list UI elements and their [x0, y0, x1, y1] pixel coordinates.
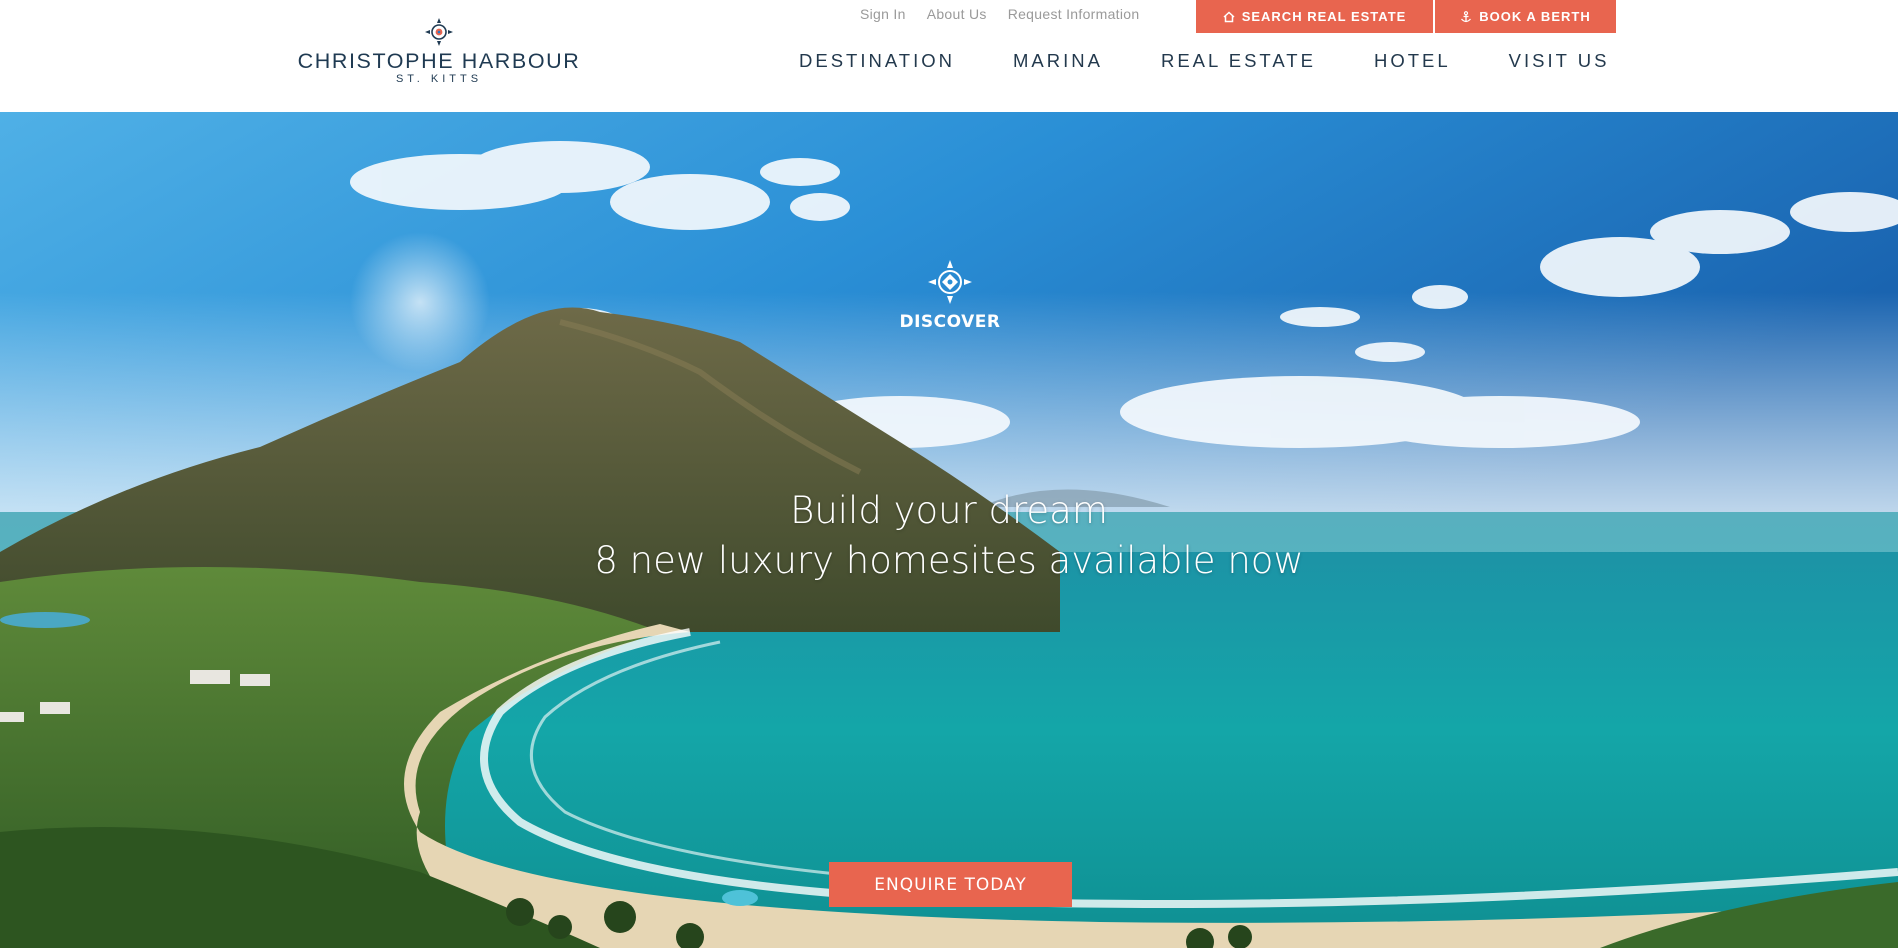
compass-rose-icon — [928, 260, 972, 304]
nav-hotel[interactable]: HOTEL — [1374, 50, 1451, 72]
book-a-berth-label: BOOK A BERTH — [1479, 9, 1591, 24]
compass-rose-icon — [425, 18, 453, 46]
site-header: CHRISTOPHE HARBOUR ST. KITTS Sign In Abo… — [0, 0, 1898, 112]
hero-section: DISCOVER Build your dream 8 new luxury h… — [0, 112, 1898, 948]
main-nav: DESTINATION MARINA REAL ESTATE HOTEL VIS… — [799, 50, 1609, 72]
request-information-link[interactable]: Request Information — [1008, 6, 1140, 22]
discover-badge: DISCOVER — [899, 260, 1001, 332]
logo-name: CHRISTOPHE HARBOUR — [297, 49, 581, 73]
about-us-link[interactable]: About Us — [927, 6, 987, 22]
nav-visit-us[interactable]: VISIT US — [1509, 50, 1610, 72]
sign-in-link[interactable]: Sign In — [860, 6, 906, 22]
anchor-icon — [1461, 10, 1472, 22]
home-icon — [1223, 10, 1235, 22]
book-a-berth-button[interactable]: BOOK A BERTH — [1435, 0, 1616, 33]
nav-real-estate[interactable]: REAL ESTATE — [1161, 50, 1316, 72]
nav-marina[interactable]: MARINA — [1013, 50, 1103, 72]
discover-label: DISCOVER — [899, 312, 1001, 332]
utility-links: Sign In About Us Request Information — [860, 6, 1139, 22]
search-real-estate-label: SEARCH REAL ESTATE — [1241, 9, 1407, 24]
site-logo[interactable]: CHRISTOPHE HARBOUR ST. KITTS — [283, 18, 595, 86]
headline-line-1: Build your dream — [790, 489, 1108, 532]
enquire-today-button[interactable]: ENQUIRE TODAY — [829, 862, 1072, 907]
logo-subtitle: ST. KITTS — [395, 73, 483, 85]
hero-headline: Build your dream 8 new luxury homesites … — [449, 486, 1449, 586]
search-real-estate-button[interactable]: SEARCH REAL ESTATE — [1196, 0, 1433, 33]
nav-destination[interactable]: DESTINATION — [799, 50, 955, 72]
headline-line-2: 8 new luxury homesites available now — [594, 539, 1304, 582]
